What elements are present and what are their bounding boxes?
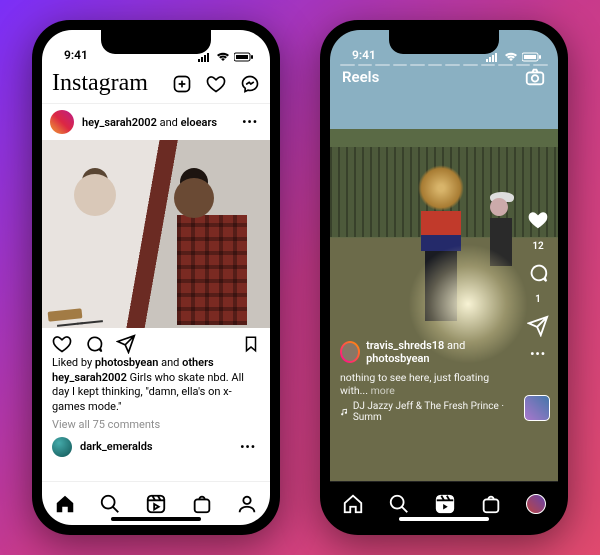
reels-avatar[interactable] [340,341,360,363]
battery-icon [522,52,542,62]
post-authors[interactable]: hey_sarah2002 and eloears [82,116,238,129]
post-image[interactable] [42,140,270,328]
scene-dancer [417,165,465,335]
feed-header: Instagram [42,64,270,104]
commenter-name[interactable]: dark_emeralds [80,440,228,453]
reels-comment-count: 1 [535,294,541,305]
nav-home-icon[interactable] [54,493,76,515]
skateboard [48,308,83,321]
status-icons [486,52,542,62]
reels-title: Reels [342,68,379,86]
nav-search-icon[interactable] [99,493,121,515]
save-icon[interactable] [242,334,260,354]
wifi-icon [504,52,518,62]
post-caption: hey_sarah2002 Girls who skate nbd. All d… [42,369,270,416]
reels-like-count: 12 [532,241,543,252]
view-comments-link[interactable]: View all 75 comments [42,416,270,433]
device-notch [101,30,211,54]
feed-scroll[interactable]: hey_sarah2002 and eloears ••• Liked by p… [42,104,270,481]
likes-line[interactable]: Liked by photosbyean and others [42,356,270,369]
post-action-row [42,328,270,356]
music-note-icon [340,407,349,417]
instagram-logo[interactable]: Instagram [52,70,172,97]
nav-profile-icon[interactable] [526,494,546,514]
share-icon[interactable] [116,334,136,354]
nav-reels-icon[interactable] [145,493,167,515]
next-post-more-icon[interactable]: ••• [236,440,260,454]
reels-topbar: Reels [330,66,558,88]
status-time: 9:41 [352,48,376,62]
commenter-avatar[interactable] [52,437,72,457]
phone-reels: 9:41 Reels [320,20,568,535]
post-header: hey_sarah2002 and eloears ••• [42,104,270,140]
home-indicator [399,517,489,521]
nav-reels-icon[interactable] [434,493,456,515]
reels-like-icon[interactable] [527,209,549,231]
reels-share-icon[interactable] [527,315,549,337]
screen-feed: 9:41 Instagram hey_sarah2002 and eloears [42,30,270,525]
phone-feed: 9:41 Instagram hey_sarah2002 and eloears [32,20,280,535]
subject-plaid-shirt [177,215,247,325]
home-indicator [111,517,201,521]
activity-heart-icon[interactable] [206,74,226,94]
nav-shop-icon[interactable] [480,493,502,515]
nav-profile-icon[interactable] [236,493,258,515]
nav-shop-icon[interactable] [191,493,213,515]
reels-right-actions: 12 1 ••• [526,209,550,361]
nav-home-icon[interactable] [342,493,364,515]
next-post-header: dark_emeralds ••• [42,433,270,459]
reels-video[interactable]: Reels 12 1 ••• travis_shreds18 and photo… [330,30,558,481]
reels-audio-thumb[interactable] [524,395,550,421]
like-icon[interactable] [52,334,72,354]
scene-second-person [490,192,516,302]
comment-icon[interactable] [84,334,104,354]
status-icons [198,52,254,62]
reels-more-icon[interactable]: ••• [526,347,550,361]
status-time: 9:41 [64,48,88,62]
screen-reels: 9:41 Reels [330,30,558,525]
post-avatar[interactable] [50,110,74,134]
wifi-icon [216,52,230,62]
new-post-icon[interactable] [172,74,192,94]
nav-search-icon[interactable] [388,493,410,515]
camera-icon[interactable] [524,66,546,88]
post-more-icon[interactable]: ••• [238,115,262,129]
reels-caption[interactable]: nothing to see here, just floating with.… [340,371,514,397]
reels-info: travis_shreds18 and photosbyean nothing … [340,339,514,423]
device-notch [389,30,499,54]
battery-icon [234,52,254,62]
reels-comment-icon[interactable] [527,262,549,284]
reels-music[interactable]: DJ Jazzy Jeff & The Fresh Prince · Summ [340,401,514,423]
reels-author-row[interactable]: travis_shreds18 and photosbyean [340,339,514,365]
messenger-icon[interactable] [240,74,260,94]
